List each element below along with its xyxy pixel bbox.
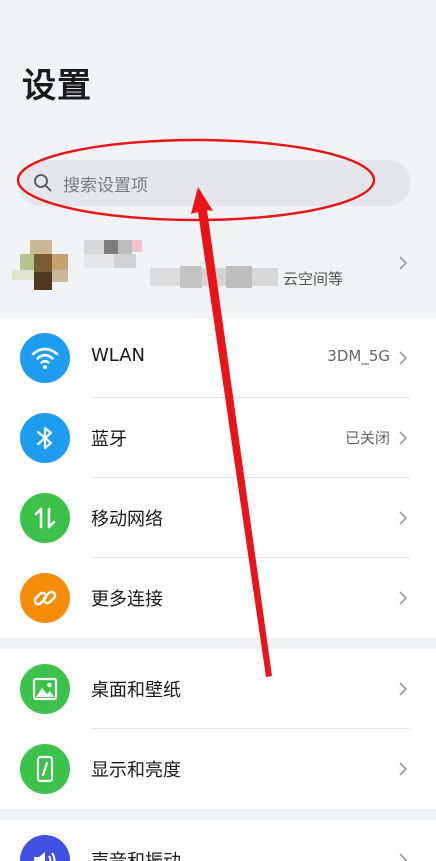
- account-subtitle: 云空间等: [283, 270, 344, 288]
- settings-item-display-brightness[interactable]: 显示和亮度: [0, 729, 436, 809]
- settings-item-more-connections[interactable]: 更多连接: [0, 558, 436, 638]
- chevron-right-icon: [399, 351, 408, 365]
- chevron-right-icon: [399, 762, 408, 776]
- avatar: [12, 240, 72, 290]
- account-details-blurred: [150, 266, 278, 288]
- page-title: 设置: [22, 66, 92, 106]
- account-name-blurred: [84, 240, 146, 268]
- wifi-icon: [20, 333, 70, 383]
- chevron-right-icon: [399, 431, 408, 445]
- chevron-right-icon: [399, 591, 408, 605]
- chevron-right-icon: [399, 853, 408, 861]
- phone-brightness-icon: [20, 744, 70, 794]
- speaker-icon: [20, 835, 70, 861]
- settings-item-label: WLAN: [91, 345, 146, 366]
- chevron-right-icon: [399, 682, 408, 696]
- display-group: 桌面和壁纸 显示和亮度: [0, 649, 436, 809]
- settings-item-label: 显示和亮度: [91, 760, 181, 781]
- search-icon: [34, 174, 52, 192]
- settings-item-label: 蓝牙: [91, 429, 127, 450]
- settings-item-bluetooth[interactable]: 蓝牙 已关闭: [0, 398, 436, 478]
- settings-item-mobile-network[interactable]: 移动网络: [0, 478, 436, 558]
- settings-item-label: 更多连接: [91, 589, 163, 610]
- bluetooth-icon: [20, 413, 70, 463]
- settings-item-label: 声音和振动: [91, 847, 181, 861]
- account-row[interactable]: 云空间等: [0, 222, 436, 308]
- connectivity-group: WLAN 3DM_5G 蓝牙 已关闭 移动网络 更多连接: [0, 318, 436, 638]
- mobile-data-icon: [20, 493, 70, 543]
- settings-item-home-wallpaper[interactable]: 桌面和壁纸: [0, 649, 436, 729]
- settings-item-label: 移动网络: [91, 509, 163, 530]
- sound-group: 声音和振动: [0, 820, 436, 861]
- settings-item-sound-vibration[interactable]: 声音和振动: [0, 820, 436, 861]
- search-bar[interactable]: 搜索设置项: [18, 160, 411, 206]
- link-icon: [20, 573, 70, 623]
- settings-item-value: 已关闭: [344, 429, 390, 447]
- settings-item-label: 桌面和壁纸: [91, 680, 181, 701]
- settings-item-wlan[interactable]: WLAN 3DM_5G: [0, 318, 436, 398]
- settings-item-value: 3DM_5G: [327, 347, 390, 365]
- chevron-right-icon: [399, 256, 408, 270]
- chevron-right-icon: [399, 511, 408, 525]
- search-placeholder: 搜索设置项: [63, 175, 148, 196]
- image-icon: [20, 664, 70, 714]
